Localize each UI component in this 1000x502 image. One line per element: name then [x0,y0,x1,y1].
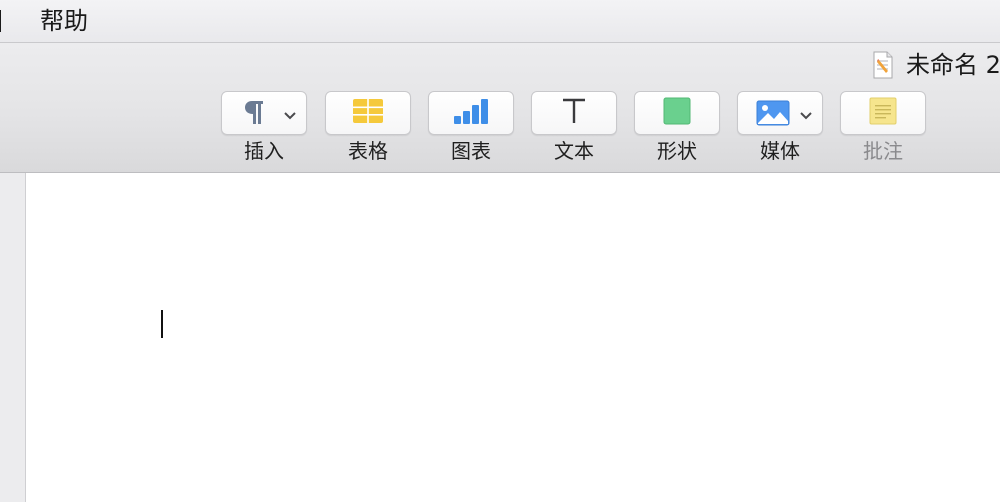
media-tool[interactable]: 媒体 [737,91,823,163]
document-page[interactable] [26,173,1000,502]
text-label: 文本 [554,139,594,163]
table-label: 表格 [348,139,388,163]
document-title: 未命名 2 [906,51,1000,79]
table-button[interactable] [325,91,411,135]
chevron-down-icon [283,106,297,120]
menu-bar: 帮助 [0,0,1000,43]
toolbar: 未命名 2 插入 表格 图表 文本 形状 媒体 批注 [0,43,1000,173]
media-label: 媒体 [760,139,800,163]
shape-label: 形状 [657,139,697,163]
text-tool[interactable]: 文本 [531,91,617,163]
chart-tool[interactable]: 图表 [428,91,514,163]
shape-button[interactable] [634,91,720,135]
comment-label: 批注 [863,139,903,163]
paragraph-icon [242,98,266,130]
text-icon [560,97,588,129]
insert-button[interactable] [221,91,307,135]
shape-tool[interactable]: 形状 [634,91,720,163]
text-button[interactable] [531,91,617,135]
insert-label: 插入 [244,139,284,163]
chart-button[interactable] [428,91,514,135]
shape-icon [663,97,691,129]
image-icon [756,100,790,130]
document-title-area: 未命名 2 [872,51,1000,79]
media-button[interactable] [737,91,823,135]
comment-tool[interactable]: 批注 [840,91,926,163]
table-tool[interactable]: 表格 [325,91,411,163]
comment-note-icon [869,97,897,129]
text-cursor [161,310,163,338]
pages-document-icon [872,51,894,79]
table-icon [352,98,384,128]
menu-item-partial[interactable] [0,9,4,33]
chevron-down-icon [799,106,813,120]
comment-button[interactable] [840,91,926,135]
insert-tool[interactable]: 插入 [221,91,307,163]
bar-chart-icon [453,97,489,129]
canvas-margin [0,173,26,502]
chart-label: 图表 [451,139,491,163]
menu-item-help[interactable]: 帮助 [40,5,88,37]
